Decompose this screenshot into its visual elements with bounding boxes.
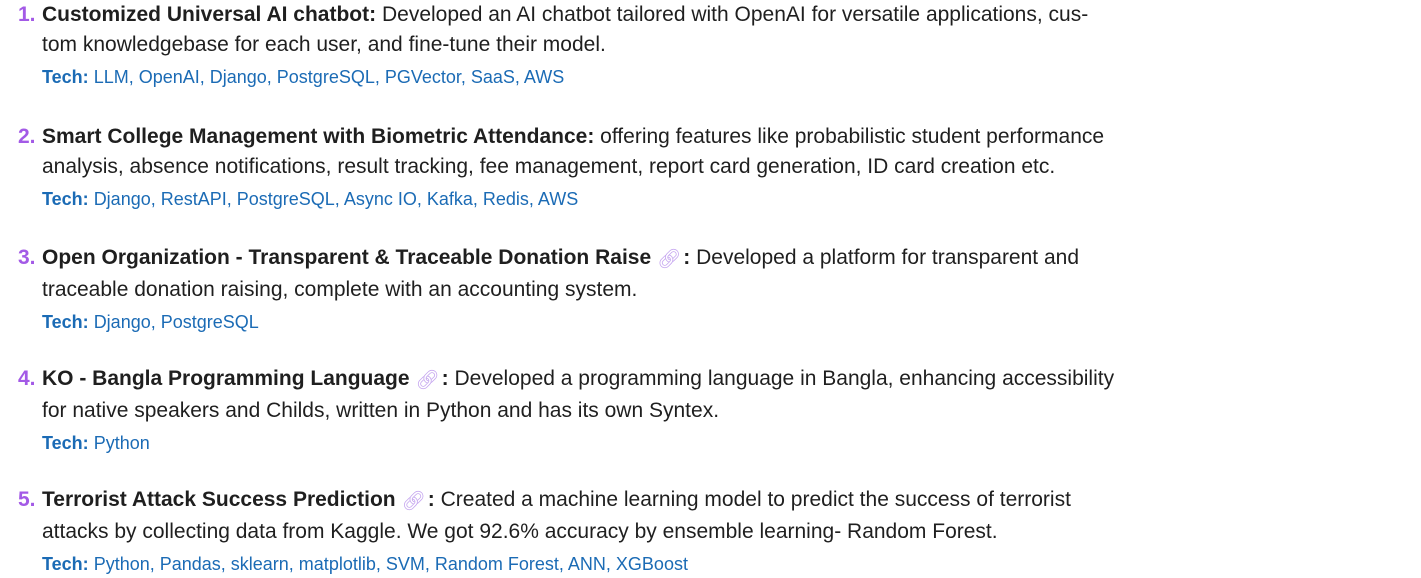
tech-list: Python xyxy=(93,433,150,453)
link-icon[interactable]: 🔗︎ xyxy=(416,366,440,396)
tech-list: Django, PostgreSQL xyxy=(93,312,259,332)
title-colon: : xyxy=(587,125,595,148)
description-line-1: Developed a platform for transparent and xyxy=(696,246,1080,269)
project-title[interactable]: Terrorist Attack Success Prediction xyxy=(42,488,396,511)
tech-label: Tech: xyxy=(42,67,89,87)
project-body: Smart College Management with Biometric … xyxy=(42,122,1408,212)
project-number: 4. xyxy=(18,367,36,390)
project-body: Open Organization - Transparent & Tracea… xyxy=(42,243,1408,335)
project-description: Customized Universal AI chatbot: Develop… xyxy=(42,0,1408,60)
project-description: Smart College Management with Biometric … xyxy=(42,122,1408,182)
project-number: 3. xyxy=(18,246,36,269)
project-body: Terrorist Attack Success Prediction 🔗︎: C… xyxy=(42,485,1408,577)
description-line-1: Developed an AI chatbot tailored with Op… xyxy=(381,3,1089,26)
project-body: Customized Universal AI chatbot: Develop… xyxy=(42,0,1408,90)
project-number: 2. xyxy=(18,125,36,148)
project-title[interactable]: KO - Bangla Programming Language xyxy=(42,367,410,390)
project-body: KO - Bangla Programming Language 🔗︎: Deve… xyxy=(42,364,1408,456)
tech-stack: Tech: Python xyxy=(42,430,1408,456)
description-line-1: Created a machine learning model to pred… xyxy=(440,488,1071,511)
link-icon[interactable]: 🔗︎ xyxy=(402,487,426,517)
project-title[interactable]: Open Organization - Transparent & Tracea… xyxy=(42,246,651,269)
description-line-2: traceable donation raising, complete wit… xyxy=(42,278,638,301)
title-colon: : xyxy=(441,367,449,390)
tech-label: Tech: xyxy=(42,554,89,574)
project-number: 1. xyxy=(18,3,36,26)
title-colon: : xyxy=(683,246,691,269)
description-line-2: attacks by collecting data from Kaggle. … xyxy=(42,520,998,543)
tech-list: Python, Pandas, sklearn, matplotlib, SVM… xyxy=(93,554,688,574)
tech-stack: Tech: Django, RestAPI, PostgreSQL, Async… xyxy=(42,186,1408,212)
project-description: KO - Bangla Programming Language 🔗︎: Deve… xyxy=(42,364,1408,426)
project-description: Terrorist Attack Success Prediction 🔗︎: C… xyxy=(42,485,1408,547)
project-description: Open Organization - Transparent & Tracea… xyxy=(42,243,1408,305)
description-line-1: offering features like probabilistic stu… xyxy=(600,125,1105,148)
tech-label: Tech: xyxy=(42,312,89,332)
project-number: 5. xyxy=(18,488,36,511)
project-title: Smart College Management with Biometric … xyxy=(42,125,588,148)
description-line-2: analysis, absence notifications, result … xyxy=(42,155,1056,178)
title-colon: : xyxy=(427,488,435,511)
tech-list: LLM, OpenAI, Django, PostgreSQL, PGVecto… xyxy=(93,67,565,87)
tech-label: Tech: xyxy=(42,189,89,209)
tech-stack: Tech: LLM, OpenAI, Django, PostgreSQL, P… xyxy=(42,64,1408,90)
title-colon: : xyxy=(369,3,377,26)
tech-stack: Tech: Python, Pandas, sklearn, matplotli… xyxy=(42,551,1408,577)
link-icon[interactable]: 🔗︎ xyxy=(657,245,681,275)
tech-list: Django, RestAPI, PostgreSQL, Async IO, K… xyxy=(93,189,579,209)
project-title: Customized Universal AI chatbot xyxy=(42,3,370,26)
description-line-2: for native speakers and Childs, written … xyxy=(42,399,720,422)
tech-label: Tech: xyxy=(42,433,89,453)
description-line-2: tom knowledgebase for each user, and fin… xyxy=(42,33,606,56)
description-line-1: Developed a programming language in Bang… xyxy=(454,367,1115,390)
tech-stack: Tech: Django, PostgreSQL xyxy=(42,309,1408,335)
